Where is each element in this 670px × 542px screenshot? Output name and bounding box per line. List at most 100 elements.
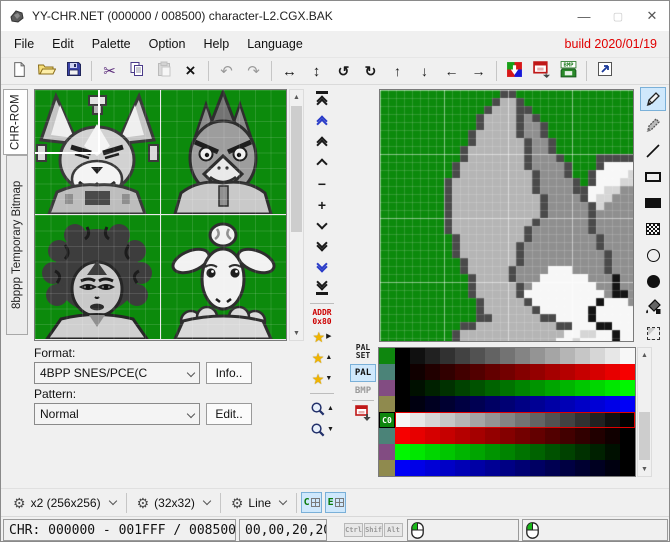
jump-top-button[interactable]	[308, 89, 336, 110]
palette-swatch-4-1[interactable]	[410, 412, 425, 428]
palette-swatch-3-10[interactable]	[545, 396, 560, 412]
palette-swatch-4-9[interactable]	[530, 412, 545, 428]
palette-swatch-6-5[interactable]	[470, 444, 485, 460]
palette-swatch-1-10[interactable]	[545, 364, 560, 380]
palette-swatch-5-10[interactable]	[545, 428, 560, 444]
palette-swatch-2-10[interactable]	[545, 380, 560, 396]
palette-swatch-5-1[interactable]	[410, 428, 425, 444]
palette-swatch-3-0[interactable]	[395, 396, 410, 412]
palette-swatch-5-11[interactable]	[560, 428, 575, 444]
palette-swatch-3-4[interactable]	[455, 396, 470, 412]
bookmark-go-button[interactable]: ★ ▶	[308, 326, 336, 347]
dither-rect-tool-button[interactable]	[640, 217, 666, 241]
palette-swatch-1-8[interactable]	[515, 364, 530, 380]
palette-swatch-1-7[interactable]	[500, 364, 515, 380]
tab-chr-rom[interactable]: CHR-ROM	[3, 89, 28, 155]
palette-swatch-7-4[interactable]	[455, 460, 470, 476]
palette-swatch-3-3[interactable]	[440, 396, 455, 412]
rect-outline-tool-button[interactable]	[640, 165, 666, 189]
palette-swatch-3-12[interactable]	[575, 396, 590, 412]
palette-row-indicator[interactable]	[379, 380, 395, 396]
scroll-thumb[interactable]	[639, 412, 650, 460]
format-info-button[interactable]: Info..	[206, 362, 252, 384]
palette-swatch-3-5[interactable]	[470, 396, 485, 412]
palette-swatch-5-6[interactable]	[485, 428, 500, 444]
palette-swatch-1-13[interactable]	[590, 364, 605, 380]
palette-row-indicator[interactable]	[379, 396, 395, 412]
palette-swatch-0-8[interactable]	[515, 348, 530, 364]
palette-swatch-7-13[interactable]	[590, 460, 605, 476]
palette-swatch-0-7[interactable]	[500, 348, 515, 364]
palette-swatch-4-14[interactable]	[605, 412, 620, 428]
menu-palette[interactable]: Palette	[83, 31, 140, 57]
palette-swatch-7-2[interactable]	[425, 460, 440, 476]
palette-swatch-6-1[interactable]	[410, 444, 425, 460]
palette-swatch-4-7[interactable]	[500, 412, 515, 428]
palette-swatch-1-1[interactable]	[410, 364, 425, 380]
palette-swatch-4-8[interactable]	[515, 412, 530, 428]
palette-swatch-5-3[interactable]	[440, 428, 455, 444]
palette-row-indicator[interactable]	[379, 364, 395, 380]
palette-swatch-7-14[interactable]	[605, 460, 620, 476]
palette-swatch-0-4[interactable]	[455, 348, 470, 364]
minimize-button[interactable]: —	[567, 1, 601, 31]
palette-swatch-5-8[interactable]	[515, 428, 530, 444]
maximize-button[interactable]: ▢	[601, 1, 635, 31]
popout-window-button[interactable]	[591, 59, 618, 83]
palette-swatch-2-15[interactable]	[620, 380, 635, 396]
palette-swatch-6-13[interactable]	[590, 444, 605, 460]
palette-swatch-7-8[interactable]	[515, 460, 530, 476]
palette-swatch-4-5[interactable]	[470, 412, 485, 428]
delete-button[interactable]: ×	[177, 59, 204, 83]
zoom-in-button[interactable]: ▲	[308, 398, 336, 419]
palette-swatch-5-12[interactable]	[575, 428, 590, 444]
palette-swatch-1-3[interactable]	[440, 364, 455, 380]
palette-swatch-2-4[interactable]	[455, 380, 470, 396]
palette-editor-button[interactable]	[501, 59, 528, 83]
palette-file-icon[interactable]	[354, 405, 372, 422]
palette-swatch-3-1[interactable]	[410, 396, 425, 412]
palette-swatch-6-0[interactable]	[395, 444, 410, 460]
palette-row-indicator[interactable]	[379, 428, 395, 444]
palette-swatch-4-12[interactable]	[575, 412, 590, 428]
pen-tool-button[interactable]	[640, 87, 666, 111]
palette-swatch-3-14[interactable]	[605, 396, 620, 412]
flip-vertical-button[interactable]: ↕	[303, 59, 330, 83]
palette-row-indicator[interactable]: C0	[379, 412, 395, 428]
palette-swatch-0-15[interactable]	[620, 348, 635, 364]
scroll-down-arrow[interactable]: ▼	[290, 326, 303, 340]
palette-swatch-2-7[interactable]	[500, 380, 515, 396]
palette-swatch-2-13[interactable]	[590, 380, 605, 396]
palette-swatch-6-2[interactable]	[425, 444, 440, 460]
rotate-left-button[interactable]: ↺	[330, 59, 357, 83]
row-down-button[interactable]	[308, 215, 336, 236]
palette-swatch-2-12[interactable]	[575, 380, 590, 396]
palette-swatch-2-9[interactable]	[530, 380, 545, 396]
close-button[interactable]: ✕	[635, 1, 669, 31]
palette-swatch-4-4[interactable]	[455, 412, 470, 428]
palette-swatch-7-10[interactable]	[545, 460, 560, 476]
tile-size-dropdown[interactable]: ⚙ (32x32)	[131, 491, 216, 515]
palette-swatch-4-11[interactable]	[560, 412, 575, 428]
palette-swatch-1-5[interactable]	[470, 364, 485, 380]
palette-swatch-7-11[interactable]	[560, 460, 575, 476]
tile-art-falco[interactable]	[161, 90, 286, 214]
palette-swatch-2-0[interactable]	[395, 380, 410, 396]
pattern-edit-button[interactable]: Edit..	[206, 403, 252, 425]
palette-swatch-5-0[interactable]	[395, 428, 410, 444]
circle-outline-tool-button[interactable]	[640, 243, 666, 267]
pal-mode-button[interactable]: PAL	[350, 364, 376, 382]
page-down-8-button[interactable]	[308, 236, 336, 257]
palette-swatch-3-13[interactable]	[590, 396, 605, 412]
screen-capture-button[interactable]	[528, 59, 555, 83]
palette-swatch-7-3[interactable]	[440, 460, 455, 476]
palette-swatch-4-6[interactable]	[485, 412, 500, 428]
palette-swatch-2-2[interactable]	[425, 380, 440, 396]
palette-swatch-1-14[interactable]	[605, 364, 620, 380]
row-up-button[interactable]	[308, 152, 336, 173]
palette-swatch-5-14[interactable]	[605, 428, 620, 444]
bookmark-prev-button[interactable]: ★ ▲	[308, 347, 336, 368]
menu-edit[interactable]: Edit	[43, 31, 83, 57]
menu-file[interactable]: File	[5, 31, 43, 57]
palette-swatch-4-10[interactable]	[545, 412, 560, 428]
